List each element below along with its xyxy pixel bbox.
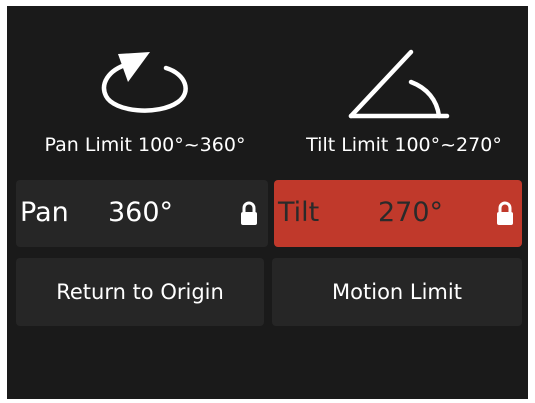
pan-value: 360°	[108, 197, 174, 228]
tilt-value-panel[interactable]: Tilt 270°	[274, 180, 522, 247]
tilt-limit-label: Tilt Limit 100°~270°	[306, 134, 502, 156]
motion-limit-button[interactable]: Motion Limit	[272, 258, 522, 326]
pan-rotation-icon	[101, 52, 188, 113]
tilt-value: 270°	[378, 197, 444, 228]
lock-icon[interactable]	[496, 200, 514, 226]
tilt-name: Tilt	[278, 197, 320, 228]
screen: Pan Limit 100°~360° Tilt Limit 100°~270°…	[7, 6, 528, 399]
return-to-origin-button[interactable]: Return to Origin	[16, 258, 264, 326]
tilt-angle-icon	[348, 49, 450, 119]
pan-limit-label: Pan Limit 100°~360°	[44, 134, 246, 156]
lock-icon[interactable]	[240, 200, 258, 226]
pan-value-panel[interactable]: Pan 360°	[16, 180, 268, 247]
pan-name: Pan	[20, 197, 69, 228]
